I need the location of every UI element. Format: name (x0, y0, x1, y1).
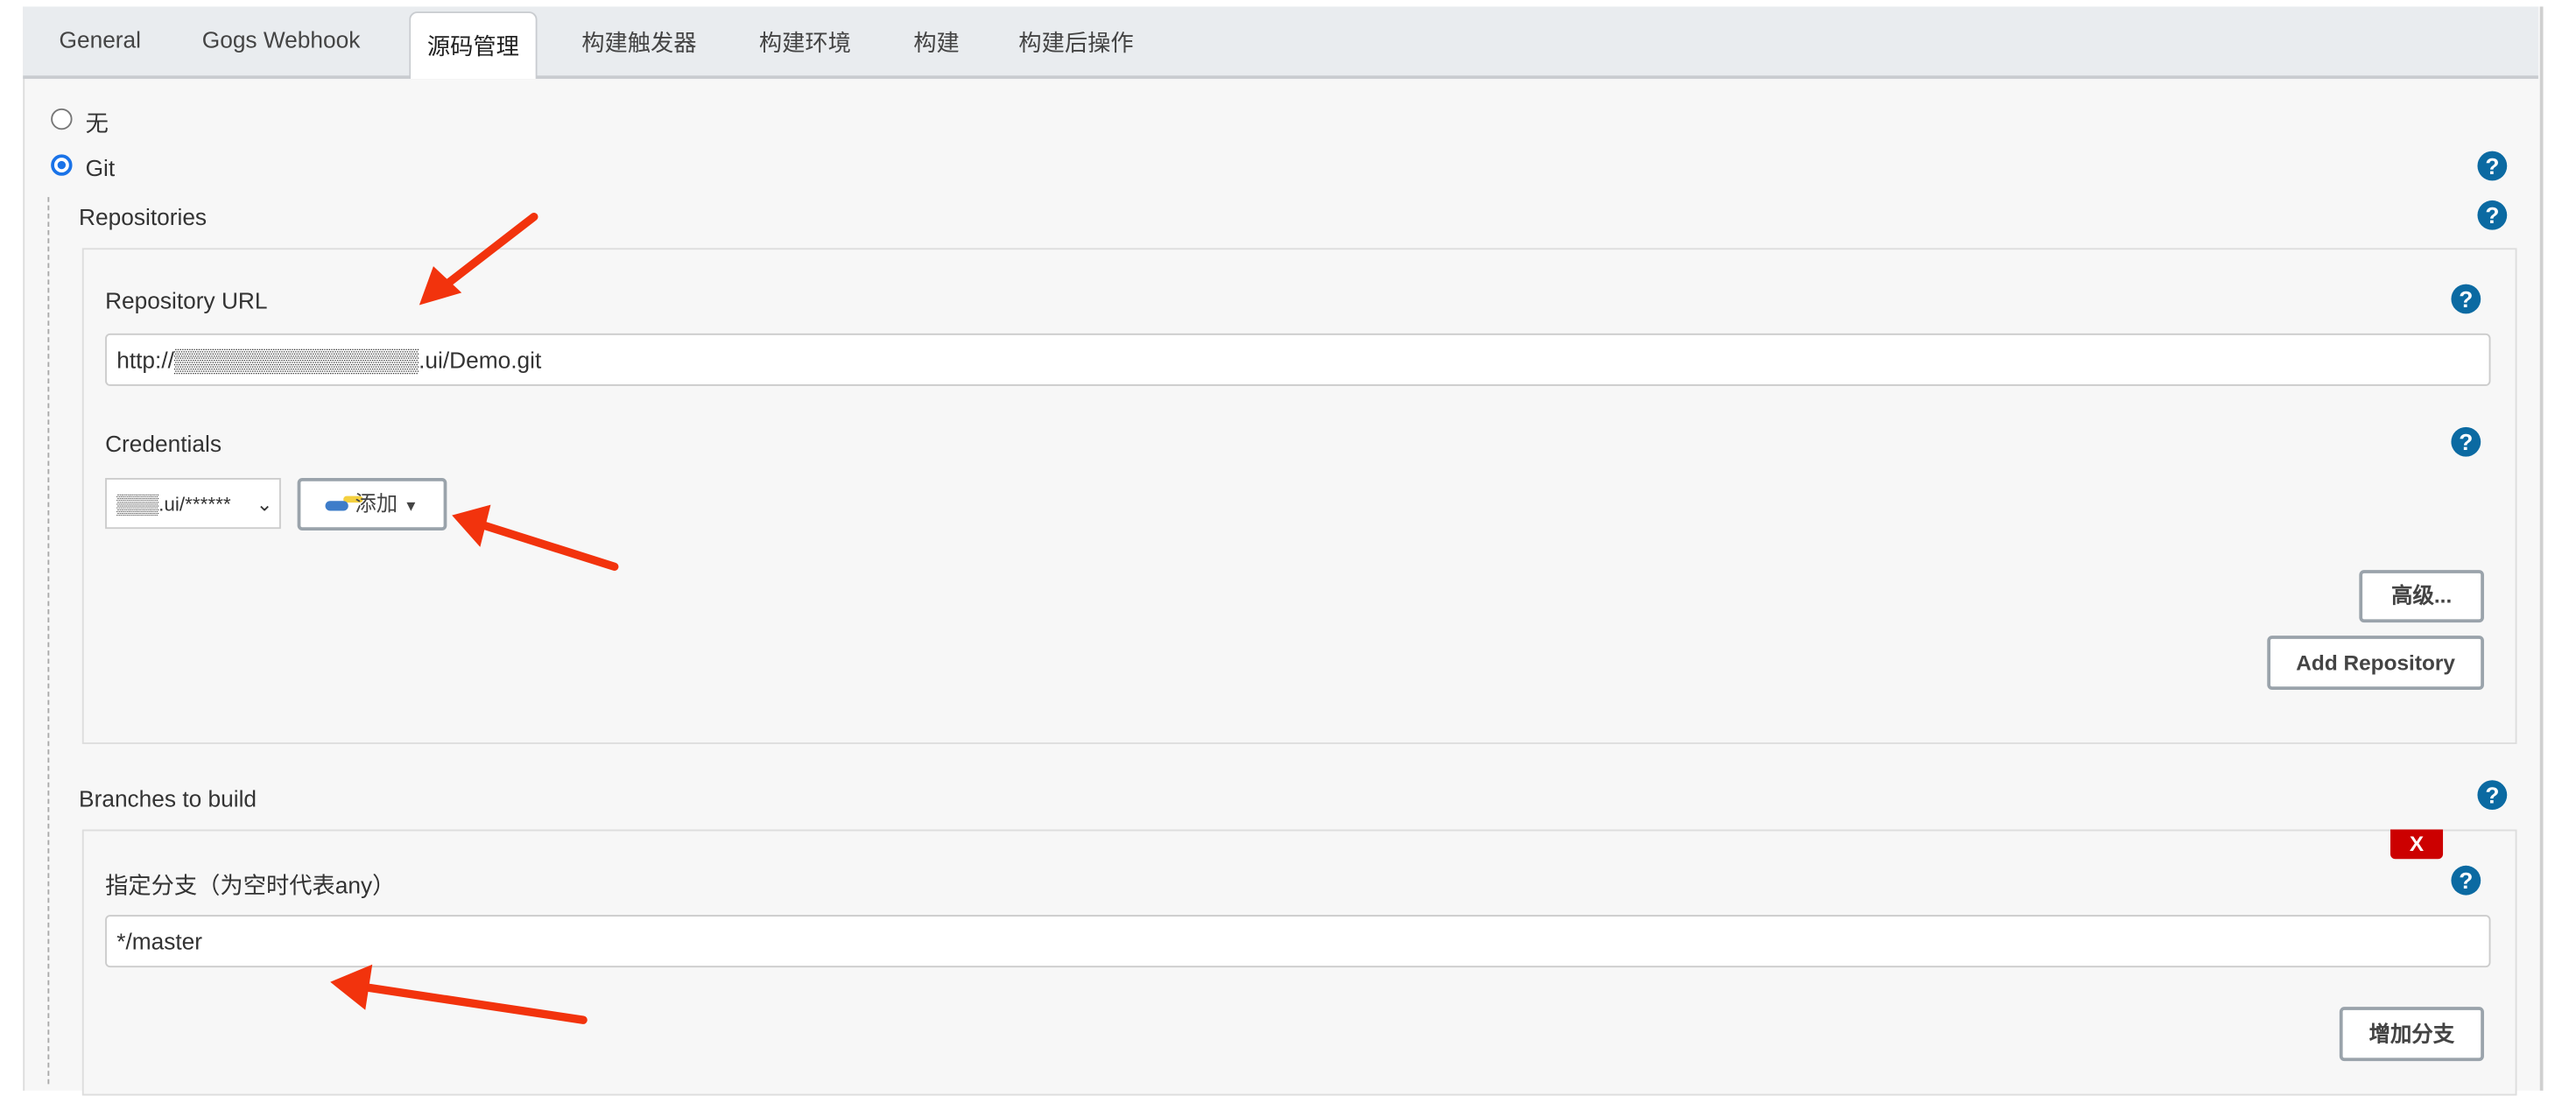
arrow-annotation (419, 212, 538, 306)
arrow-annotation (452, 504, 619, 572)
annotation-arrows (330, 212, 619, 1024)
arrow-annotation (330, 964, 588, 1024)
